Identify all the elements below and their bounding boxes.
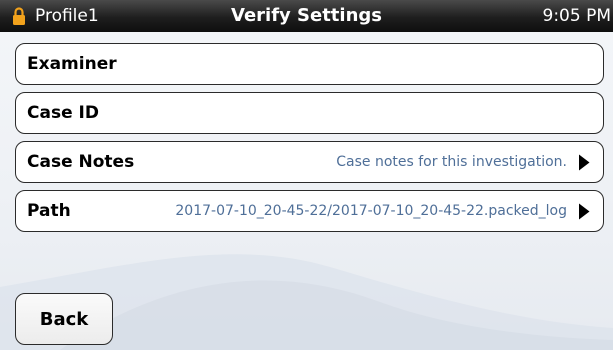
status-bar: Profile1 Verify Settings 9:05 PM: [0, 0, 613, 32]
case-id-row[interactable]: Case ID: [15, 92, 604, 134]
examiner-label: Examiner: [27, 54, 117, 74]
path-row[interactable]: Path 2017-07-10_20-45-22/2017-07-10_20-4…: [15, 190, 604, 232]
case-notes-label: Case Notes: [27, 152, 135, 172]
chevron-right-icon: [579, 154, 590, 171]
profile-name: Profile1: [35, 6, 99, 26]
chevron-right-icon: [579, 203, 590, 220]
path-value: 2017-07-10_20-45-22/2017-07-10_20-45-22.…: [175, 203, 567, 219]
case-notes-value: Case notes for this investigation.: [336, 154, 567, 170]
case-id-label: Case ID: [27, 103, 99, 123]
clock: 9:05 PM: [542, 6, 612, 26]
back-button[interactable]: Back: [15, 293, 113, 345]
verify-settings-screen: Profile1 Verify Settings 9:05 PM Examine…: [0, 0, 613, 350]
lock-icon: [13, 7, 25, 25]
profile-indicator: Profile1: [12, 0, 99, 32]
case-notes-row[interactable]: Case Notes Case notes for this investiga…: [15, 141, 604, 183]
examiner-row[interactable]: Examiner: [15, 43, 604, 85]
path-label: Path: [27, 201, 71, 221]
